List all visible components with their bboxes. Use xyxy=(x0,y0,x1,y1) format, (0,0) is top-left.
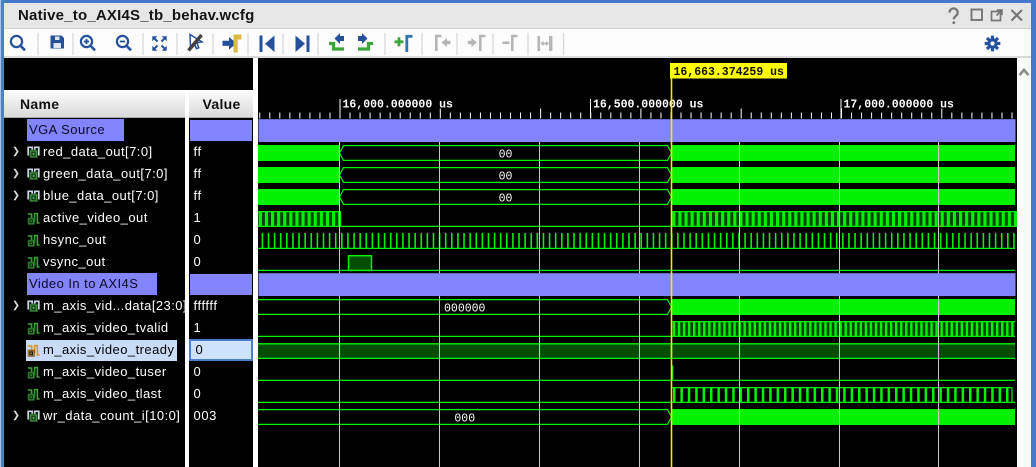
svg-text:00: 00 xyxy=(499,170,513,183)
svg-text:16,500.000000 us: 16,500.000000 us xyxy=(593,98,704,111)
svg-text:00: 00 xyxy=(499,192,513,205)
svg-text:16,663.374259 us: 16,663.374259 us xyxy=(674,66,785,79)
svg-text:000000: 000000 xyxy=(444,302,486,315)
svg-text:16,000.000000 us: 16,000.000000 us xyxy=(343,98,454,111)
svg-text:000: 000 xyxy=(454,412,475,425)
svg-text:17,000.000000 us: 17,000.000000 us xyxy=(844,98,955,111)
svg-text:00: 00 xyxy=(499,148,513,161)
